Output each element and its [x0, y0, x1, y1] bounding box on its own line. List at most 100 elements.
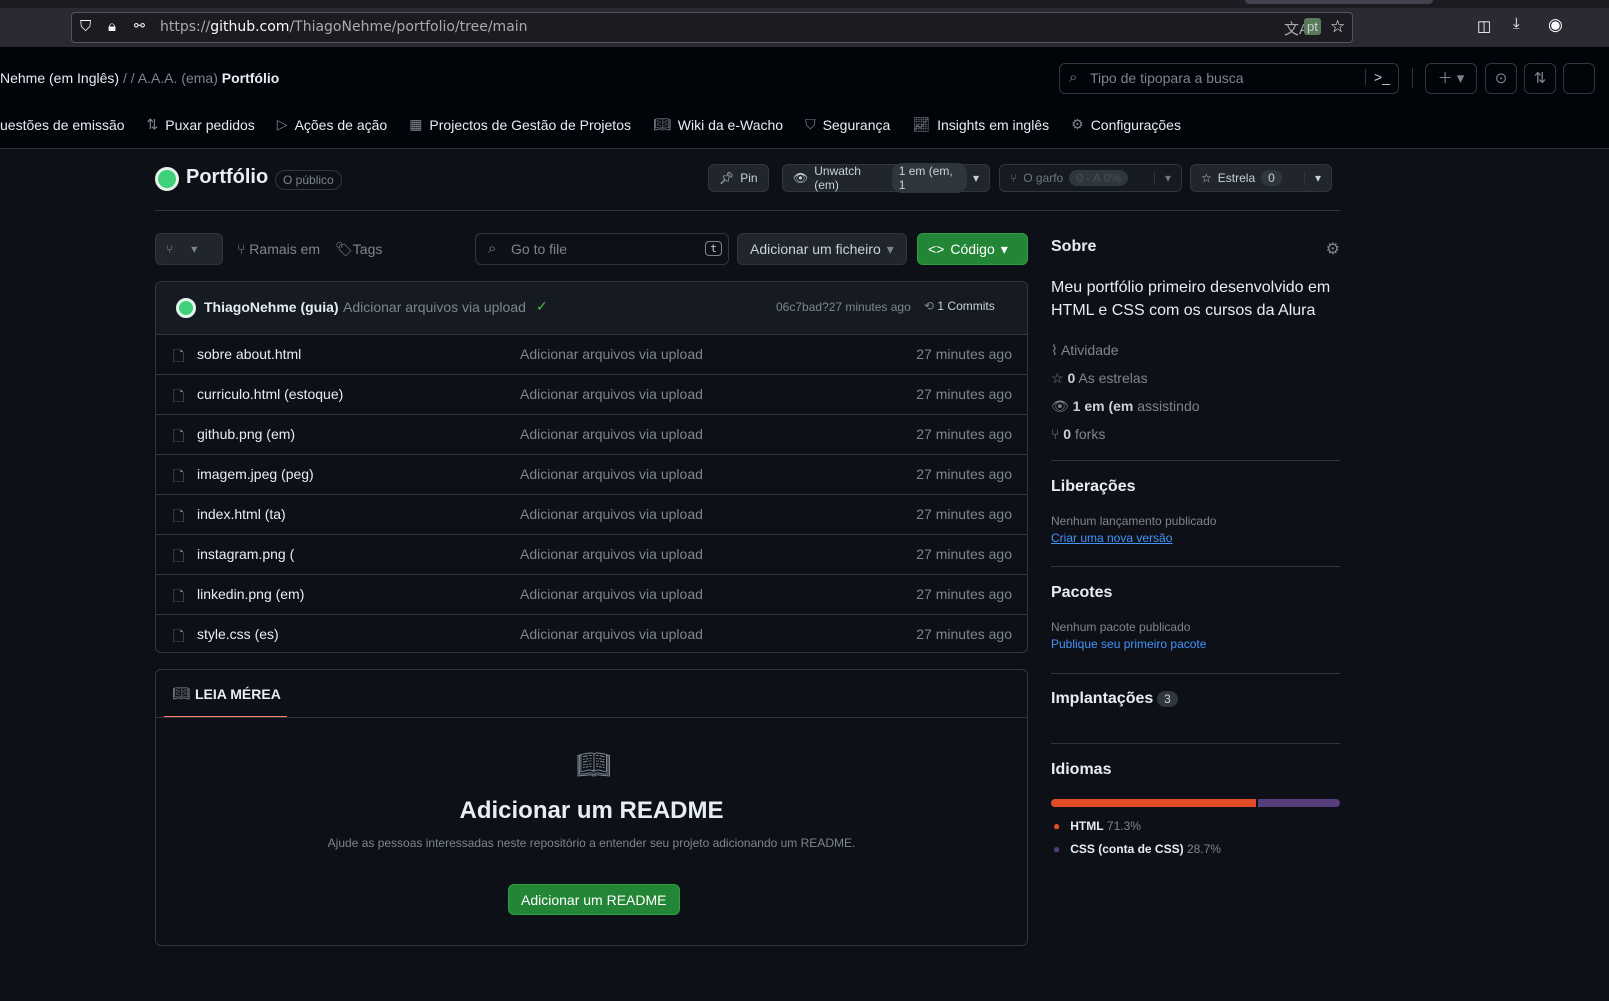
chevron-down-icon: ▾: [191, 242, 198, 256]
file-commit-message[interactable]: Adicionar arquivos via upload: [520, 346, 703, 362]
pocket-icon[interactable]: ◫: [1477, 17, 1491, 35]
file-name[interactable]: linkedin.png (em): [197, 586, 304, 602]
pin-button[interactable]: 📌︎ Pin: [708, 164, 769, 192]
download-icon[interactable]: ⤓: [1513, 15, 1520, 32]
book-icon: 📖︎: [172, 685, 190, 701]
add-file-button[interactable]: Adicionar um ficheiro ▾: [737, 233, 907, 265]
url-text[interactable]: https://github.com/ThiagoNehme/portfolio…: [160, 19, 528, 35]
readme-tab[interactable]: 📖︎ LEIA MÉREA: [164, 670, 287, 718]
tab-pull-requests[interactable]: ⇅ Puxar pedidos: [147, 116, 255, 133]
branch-select[interactable]: ⑂ ▾: [155, 233, 223, 265]
tab-projects[interactable]: ▦ Projectos de Gestão de Projetos: [409, 116, 631, 133]
file-commit-message[interactable]: Adicionar arquivos via upload: [520, 466, 703, 482]
file-icon: 🗋: [173, 428, 185, 444]
sidebar-divider: [1051, 673, 1340, 674]
chevron-down-icon[interactable]: ▾: [1153, 171, 1171, 185]
file-commit-message[interactable]: Adicionar arquivos via upload: [520, 546, 703, 562]
readme-panel: 📖︎ LEIA MÉREA 📖︎ Adicionar um README Aju…: [155, 669, 1028, 946]
pull-requests-button[interactable]: ⇅: [1524, 63, 1556, 94]
language-bar: [1051, 799, 1340, 807]
file-name[interactable]: index.html (ta): [197, 506, 286, 522]
gear-icon[interactable]: ⚙: [1326, 239, 1340, 259]
commit-author[interactable]: ThiagoNehme (guia): [204, 299, 339, 315]
commit-hash-time[interactable]: 06c7bad?27 minutes ago: [776, 300, 911, 314]
language-item[interactable]: ● CSS (conta de CSS) 28.7%: [1051, 838, 1340, 861]
packages-title[interactable]: Pacotes: [1051, 584, 1340, 602]
chevron-down-icon[interactable]: ▾: [1303, 171, 1321, 185]
file-time: 27 minutes ago: [916, 626, 1012, 642]
tags-link[interactable]: 🏷︎Tags: [335, 241, 382, 258]
add-file-label: Adicionar um ficheiro: [750, 241, 881, 257]
activity-label: Atividade: [1060, 342, 1119, 358]
commit-message[interactable]: Adicionar arquivos via upload: [343, 299, 526, 315]
fork-button[interactable]: ⑂ O garfo 0 - A 0% ▾: [999, 164, 1182, 192]
pulse-icon: ⌇: [1051, 342, 1061, 358]
tab-actions[interactable]: ▷ Ações de ação: [277, 116, 387, 133]
file-name[interactable]: instagram.png (: [197, 546, 294, 562]
file-icon: 🗋: [173, 348, 185, 364]
language-percent: 28.7%: [1186, 842, 1221, 856]
star-button[interactable]: ☆ Estrela 0 ▾: [1190, 164, 1332, 192]
active-tab[interactable]: [1245, 0, 1433, 4]
code-button[interactable]: <> Código ▾: [917, 233, 1028, 265]
create-new-button[interactable]: ＋ ▾: [1425, 63, 1477, 94]
file-time: 27 minutes ago: [916, 546, 1012, 562]
inbox-button[interactable]: [1563, 63, 1595, 94]
unwatch-label: Unwatch (em): [814, 164, 861, 192]
breadcrumb-repo[interactable]: Portfólio: [222, 70, 280, 86]
tag-icon: 🏷︎: [335, 241, 353, 257]
tab-wiki[interactable]: 📖︎ Wiki da e-Wacho: [653, 116, 783, 133]
tab-security[interactable]: ⛉ Segurança: [805, 116, 890, 133]
watchers-link[interactable]: 👁︎ 1 em (em assistindo: [1051, 392, 1340, 420]
repo-name[interactable]: Portfólio: [186, 166, 268, 189]
file-name[interactable]: sobre about.html: [197, 346, 301, 362]
fork-icon: ⑂: [1010, 171, 1018, 185]
tab-label: Insights em inglês: [937, 116, 1050, 133]
activity-link[interactable]: ⌇ Atividade: [1051, 336, 1340, 364]
file-name[interactable]: style.css (es): [197, 626, 279, 642]
file-commit-message[interactable]: Adicionar arquivos via upload: [520, 586, 703, 602]
releases-title[interactable]: Liberações: [1051, 478, 1340, 496]
file-commit-message[interactable]: Adicionar arquivos via upload: [520, 386, 703, 402]
stars-link[interactable]: ☆ 0 As estrelas: [1051, 364, 1340, 392]
command-palette-icon[interactable]: >_: [1365, 69, 1390, 85]
pin-label: Pin: [740, 171, 758, 185]
lock-icon[interactable]: 🔒︎: [108, 18, 116, 35]
file-commit-message[interactable]: Adicionar arquivos via upload: [520, 426, 703, 442]
go-to-file-input[interactable]: ⌕ Go to file t: [475, 233, 729, 265]
file-name[interactable]: curriculo.html (estoque): [197, 386, 343, 402]
url-bar[interactable]: ⛉ 🔒︎ ⚯ https://github.com/ThiagoNehme/po…: [71, 12, 1353, 43]
bookmark-star-icon[interactable]: ☆: [1330, 17, 1345, 37]
issues-button[interactable]: ⊙: [1485, 63, 1517, 94]
file-icon: 🗋: [173, 588, 185, 604]
star-icon: ☆: [1201, 171, 1212, 185]
file-commit-message[interactable]: Adicionar arquivos via upload: [520, 506, 703, 522]
tab-settings[interactable]: ⚙ Configurações: [1071, 116, 1181, 133]
add-readme-button[interactable]: Adicionar um README: [508, 884, 680, 915]
language-item[interactable]: ● HTML 71.3%: [1051, 815, 1340, 838]
commits-link[interactable]: ⟲ 1 Commits: [924, 299, 995, 313]
fork-count: 0 - A 0%: [1069, 170, 1128, 186]
file-name[interactable]: imagem.jpeg (peg): [197, 466, 314, 482]
breadcrumb-owner[interactable]: Nehme (em Inglês): [0, 70, 119, 86]
file-name[interactable]: github.png (em): [197, 426, 295, 442]
branches-link[interactable]: ⑂ Ramais em: [237, 241, 320, 257]
account-icon[interactable]: ◉: [1548, 15, 1563, 35]
publish-package-link[interactable]: Publique seu primeiro pacote: [1051, 637, 1340, 651]
permissions-icon[interactable]: ⚯: [134, 18, 145, 34]
translate-lang-badge[interactable]: pt: [1304, 18, 1321, 35]
shield-icon[interactable]: ⛉: [80, 18, 91, 35]
about-title: Sobre: [1051, 238, 1097, 255]
tab-issues[interactable]: uestões de emissão: [0, 116, 125, 133]
forks-link[interactable]: ⑂ 0 forks: [1051, 420, 1340, 448]
create-release-link[interactable]: Criar uma nova versão: [1051, 531, 1340, 545]
unwatch-button[interactable]: 👁︎ Unwatch (em) 1 em (em, 1 ▾: [782, 163, 990, 193]
issue-icon: ⊙: [1494, 70, 1508, 87]
watchers-count: 1 em (em: [1072, 398, 1134, 414]
tab-insights[interactable]: 📈︎ Insights em inglês: [912, 116, 1049, 133]
breadcrumb: Nehme (em Inglês) / / A.A.A. (ema) Portf…: [0, 70, 279, 86]
search-input[interactable]: ⌕ Tipo de tipopara a busca >_: [1059, 63, 1399, 94]
language-dot-icon: ●: [1053, 842, 1061, 856]
file-commit-message[interactable]: Adicionar arquivos via upload: [520, 626, 703, 642]
deployments-title[interactable]: Implantações: [1051, 690, 1153, 707]
